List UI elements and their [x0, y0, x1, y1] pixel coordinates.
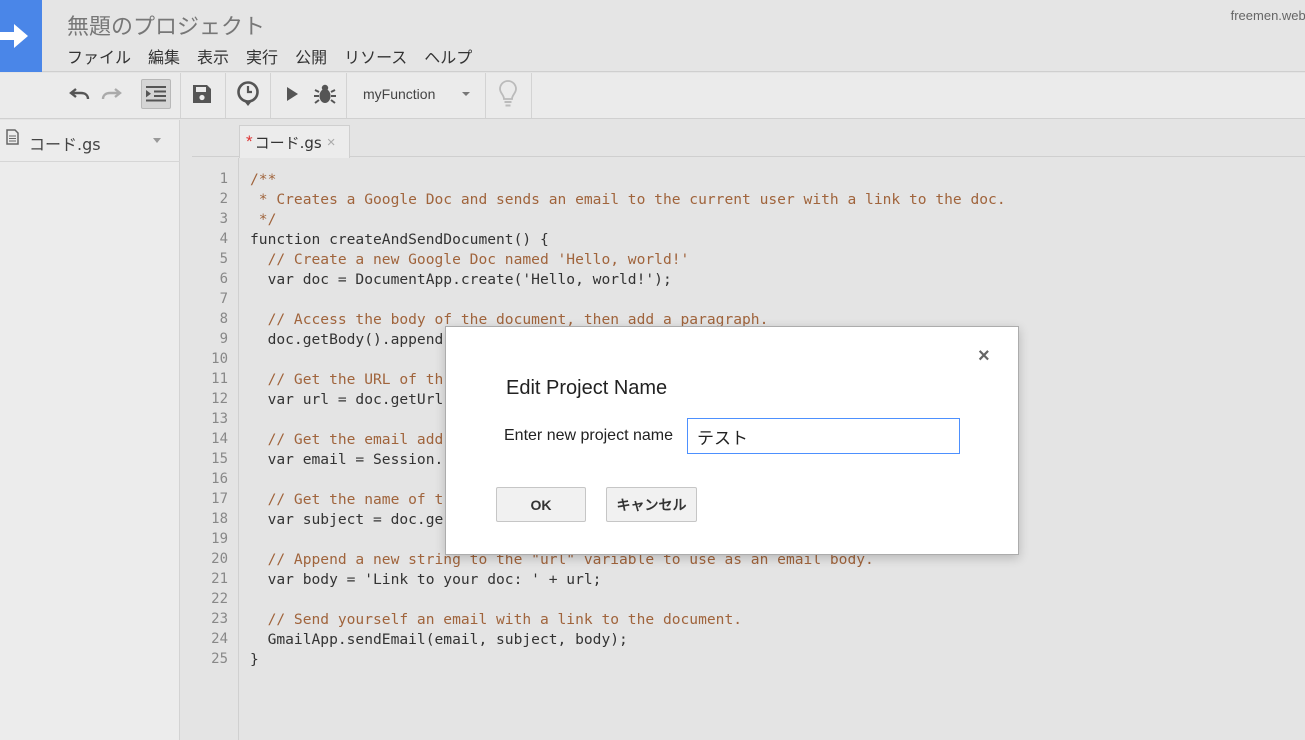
line-number: 8: [219, 311, 228, 327]
dialog-title: Edit Project Name: [506, 377, 668, 399]
redo-button[interactable]: [97, 79, 127, 109]
undo-button[interactable]: [64, 79, 94, 109]
run-button[interactable]: [277, 79, 307, 109]
line-number: 14: [211, 431, 228, 447]
close-tab-icon[interactable]: ×: [327, 134, 336, 151]
code-line: var url = doc.getUrl: [250, 391, 444, 408]
sidebar-file-label: コード.gs: [29, 135, 101, 154]
line-number: 10: [211, 351, 228, 367]
app-header: 無題のプロジェクト ファイル 編集 表示 実行 公開 リソース ヘルプ free…: [0, 0, 1305, 72]
code-line: // Get the email add: [250, 431, 444, 448]
code-line: // Create a new Google Doc named 'Hello,…: [250, 251, 690, 268]
sidebar-file-code-gs[interactable]: コード.gs: [0, 120, 180, 162]
ok-button[interactable]: OK: [496, 487, 586, 522]
line-number: 19: [211, 531, 228, 547]
menu-publish[interactable]: 公開: [295, 44, 327, 68]
triggers-button[interactable]: [233, 79, 263, 109]
chevron-down-icon[interactable]: [153, 138, 161, 143]
line-number: 23: [211, 611, 228, 627]
code-line: doc.getBody().append: [250, 331, 444, 348]
code-line: }: [250, 651, 259, 668]
line-number: 21: [211, 571, 228, 587]
code-line: // Get the URL of th: [250, 371, 444, 388]
project-name-input[interactable]: [687, 418, 960, 454]
debug-button[interactable]: [310, 79, 340, 109]
menu-resources[interactable]: リソース: [344, 44, 407, 68]
line-number: 15: [211, 451, 228, 467]
menu-run[interactable]: 実行: [246, 44, 278, 68]
line-number: 11: [211, 371, 228, 387]
toolbar-separator: [180, 73, 181, 118]
line-number: 2: [219, 191, 228, 207]
code-line: var doc = DocumentApp.create('Hello, wor…: [250, 271, 672, 288]
function-select-value: myFunction: [363, 86, 436, 102]
line-number: 6: [219, 271, 228, 287]
code-line: */: [250, 211, 277, 228]
line-number: 1: [219, 171, 228, 187]
code-line: /**: [250, 171, 277, 188]
file-sidebar: コード.gs: [0, 120, 180, 740]
menu-help[interactable]: ヘルプ: [424, 44, 472, 68]
lightbulb-icon: [499, 80, 517, 107]
cancel-button[interactable]: キャンセル: [606, 487, 697, 522]
indent-button[interactable]: [141, 79, 171, 109]
code-line: var body = 'Link to your doc: ' + url;: [250, 571, 602, 588]
menu-file[interactable]: ファイル: [67, 44, 131, 68]
toolbar-separator: [346, 73, 347, 118]
menu-bar: ファイル 編集 表示 実行 公開 リソース ヘルプ: [67, 44, 489, 68]
project-name-label: Enter new project name: [504, 427, 673, 444]
chevron-down-icon: [462, 92, 470, 96]
code-line: function createAndSendDocument() {: [250, 231, 549, 248]
line-number: 16: [211, 471, 228, 487]
arrow-right-icon: [0, 24, 28, 48]
file-tabs: * コード.gs ×: [192, 120, 1305, 158]
toolbar-separator: [225, 73, 226, 118]
line-number: 4: [219, 231, 228, 247]
function-select[interactable]: myFunction: [352, 79, 478, 109]
line-number: 5: [219, 251, 228, 267]
menu-view[interactable]: 表示: [197, 44, 229, 68]
document-icon: [6, 129, 19, 145]
code-line: var email = Session.: [250, 451, 444, 468]
code-line: // Get the name of t: [250, 491, 444, 508]
save-button[interactable]: [187, 79, 217, 109]
toolbar-separator: [485, 73, 486, 118]
code-line: * Creates a Google Doc and sends an emai…: [250, 191, 1006, 208]
code-line: var subject = doc.ge: [250, 511, 444, 528]
bug-icon: [314, 84, 336, 104]
code-line: // Send yourself an email with a link to…: [250, 611, 743, 628]
save-icon: [193, 85, 211, 103]
code-line: GmailApp.sendEmail(email, subject, body)…: [250, 631, 628, 648]
line-number: 7: [219, 291, 228, 307]
line-number: 9: [219, 331, 228, 347]
line-number: 24: [211, 631, 228, 647]
redo-icon: [101, 88, 122, 100]
indent-icon: [146, 86, 166, 102]
tab-label: コード.gs: [254, 133, 322, 152]
toolbar: myFunction: [0, 73, 1305, 119]
unsaved-indicator: *: [246, 132, 253, 151]
line-number: 17: [211, 491, 228, 507]
play-icon: [287, 87, 298, 101]
line-number: 13: [211, 411, 228, 427]
line-number: 22: [211, 591, 228, 607]
line-number: 25: [211, 651, 228, 667]
project-title[interactable]: 無題のプロジェクト: [67, 9, 265, 41]
menu-edit[interactable]: 編集: [148, 44, 180, 68]
tab-code-gs[interactable]: * コード.gs ×: [239, 125, 350, 158]
user-account[interactable]: freemen.webn: [1231, 8, 1305, 23]
clock-icon: [237, 81, 259, 106]
execution-hints-button[interactable]: [493, 79, 523, 109]
undo-icon: [69, 88, 90, 100]
toolbar-separator: [270, 73, 271, 118]
line-number: 3: [219, 211, 228, 227]
line-number-gutter: 1 2 3 4 5 6 7 8 9 10 11 12 13 14 15 16 1…: [192, 158, 239, 740]
line-number: 20: [211, 551, 228, 567]
close-icon[interactable]: ×: [978, 345, 990, 368]
edit-project-name-dialog: × Edit Project Name Enter new project na…: [445, 326, 1019, 555]
line-number: 18: [211, 511, 228, 527]
apps-script-logo[interactable]: [0, 0, 42, 72]
toolbar-separator: [531, 73, 532, 118]
line-number: 12: [211, 391, 228, 407]
